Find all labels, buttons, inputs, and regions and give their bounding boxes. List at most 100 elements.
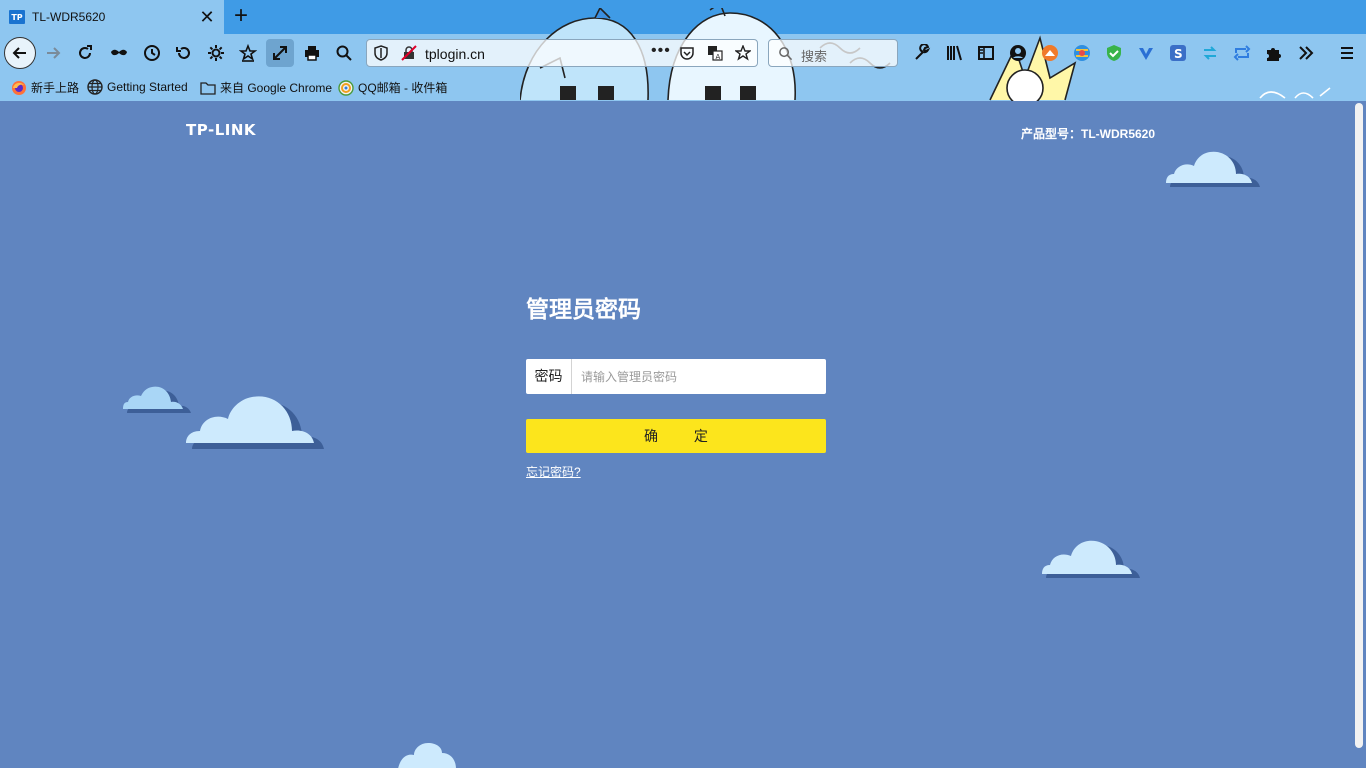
bookmark-item-3[interactable]: QQ邮箱 - 收件箱 (338, 79, 447, 96)
settings-button[interactable] (202, 39, 230, 67)
private-window-button[interactable] (105, 39, 133, 67)
sidebar-button[interactable] (977, 44, 995, 62)
navigation-toolbar: tplogin.cn ••• A 搜索 S (0, 34, 1366, 72)
fullscreen-icon (273, 46, 287, 60)
forward-button[interactable] (39, 39, 67, 67)
forgot-password-link[interactable]: 忘记密码? (526, 463, 581, 480)
vpn-extension-icon (1139, 48, 1153, 60)
sync-extension-icon (1203, 46, 1217, 60)
overflow-chevron-icon (1299, 46, 1314, 60)
tp-link-favicon-icon: TP (9, 10, 25, 24)
undo-close-button[interactable] (170, 39, 198, 67)
bookmark-page-star-icon[interactable] (735, 45, 751, 61)
shield-check-icon (1107, 45, 1121, 61)
shield-check-button[interactable] (1105, 44, 1123, 62)
bookmark-label: Getting Started (107, 80, 188, 94)
bookmark-label: 来自 Google Chrome (220, 81, 333, 95)
back-icon (12, 47, 26, 59)
puzzle-icon (1267, 48, 1281, 61)
password-label: 密码 (526, 359, 572, 394)
vertical-scrollbar[interactable] (1352, 101, 1366, 768)
zoom-search-button[interactable] (330, 39, 358, 67)
insecure-lock-icon[interactable] (401, 45, 417, 61)
svg-text:A: A (716, 53, 721, 61)
wrench-button[interactable] (913, 44, 931, 62)
fullscreen-button[interactable] (266, 39, 294, 67)
page-actions-icon[interactable]: ••• (651, 42, 671, 60)
bookmark-item-0[interactable]: 新手上路 (11, 79, 79, 96)
undo-history-icon (176, 47, 190, 59)
s-extension-icon: S (1170, 45, 1186, 61)
password-field-row: 密码 (526, 359, 826, 394)
url-text[interactable]: tplogin.cn (425, 46, 485, 62)
pocket-icon[interactable] (679, 45, 695, 61)
cloud-icon (1042, 540, 1140, 578)
bookmark-item-2[interactable]: 来自 Google Chrome (200, 79, 332, 96)
cloud-icon (123, 386, 191, 413)
search-placeholder: 搜索 (801, 49, 828, 64)
cloud-icon (1166, 151, 1260, 187)
scrollbar-thumb[interactable] (1355, 103, 1363, 748)
print-button[interactable] (298, 39, 326, 67)
firefox-icon (11, 80, 27, 96)
repeat-extension-icon (1233, 45, 1251, 61)
fox-extension-icon (1042, 45, 1058, 61)
svg-text:S: S (1174, 47, 1183, 61)
password-input[interactable] (572, 359, 826, 394)
globe-icon (87, 79, 103, 95)
page-title: 管理员密码 (526, 296, 641, 322)
wrench-icon (915, 44, 931, 60)
product-model: 产品型号：TL-WDR5620 (1021, 127, 1156, 141)
back-button[interactable] (4, 37, 36, 69)
account-icon (1010, 45, 1026, 61)
search-bar[interactable]: 搜索 (768, 39, 898, 67)
url-bar[interactable]: tplogin.cn ••• A (366, 39, 758, 67)
cloud-icon (398, 743, 456, 768)
browser-chrome: TP TL-WDR5620 ✕ + tplogin.cn ••• A 搜索 S … (0, 0, 1366, 101)
vpn-extension-button[interactable] (1137, 44, 1155, 62)
private-mask-icon (111, 49, 127, 56)
new-tab-button[interactable]: + (230, 4, 252, 29)
bookmark-item-1[interactable]: Getting Started (87, 79, 188, 95)
translate-icon[interactable]: A (707, 45, 723, 61)
reload-icon (79, 45, 92, 59)
tab-active[interactable]: TP TL-WDR5620 ✕ (0, 0, 224, 34)
bookmarks-toolbar: 新手上路 Getting Started 来自 Google Chrome QQ… (0, 74, 1366, 100)
close-tab-icon[interactable]: ✕ (198, 7, 216, 27)
bookmark-label: 新手上路 (31, 81, 80, 95)
repeat-extension-button[interactable] (1233, 44, 1251, 62)
overflow-menu-button[interactable] (1297, 44, 1315, 62)
history-clock-icon (144, 45, 160, 61)
globe-extension-button[interactable] (1073, 44, 1091, 62)
tab-bar: TP TL-WDR5620 ✕ + (0, 0, 1366, 34)
fox-extension-button[interactable] (1041, 44, 1059, 62)
folder-icon (200, 80, 216, 96)
sidebar-icon (978, 46, 994, 60)
router-login-page: TP-LINK 产品型号：TL-WDR5620 管理员密码 密码 确 定 忘记密… (0, 101, 1352, 768)
settings-gear-icon (208, 45, 224, 61)
bookmarks-button[interactable] (234, 39, 262, 67)
qq-mail-icon (338, 79, 354, 96)
app-menu-button[interactable] (1338, 44, 1356, 62)
history-button[interactable] (138, 39, 166, 67)
zoom-search-icon (336, 45, 352, 61)
account-button[interactable] (1009, 44, 1027, 62)
print-icon (305, 46, 319, 61)
extensions-button[interactable] (1265, 44, 1283, 62)
bookmark-star-icon (239, 44, 257, 62)
library-button[interactable] (945, 44, 963, 62)
library-icon (947, 45, 962, 61)
reload-button[interactable] (71, 39, 99, 67)
sync-extension-button[interactable] (1201, 44, 1219, 62)
confirm-button[interactable]: 确 定 (526, 419, 826, 453)
s-extension-button[interactable]: S (1169, 44, 1187, 62)
globe-extension-icon (1074, 45, 1090, 61)
tab-title: TL-WDR5620 (32, 10, 106, 24)
tracking-shield-icon[interactable] (373, 45, 389, 61)
search-icon (779, 47, 793, 61)
tp-link-logo: TP-LINK (186, 121, 257, 139)
forward-icon (47, 47, 61, 59)
cloud-icon (186, 396, 324, 449)
bookmark-label: QQ邮箱 - 收件箱 (358, 81, 448, 95)
hamburger-menu-icon (1341, 47, 1353, 59)
